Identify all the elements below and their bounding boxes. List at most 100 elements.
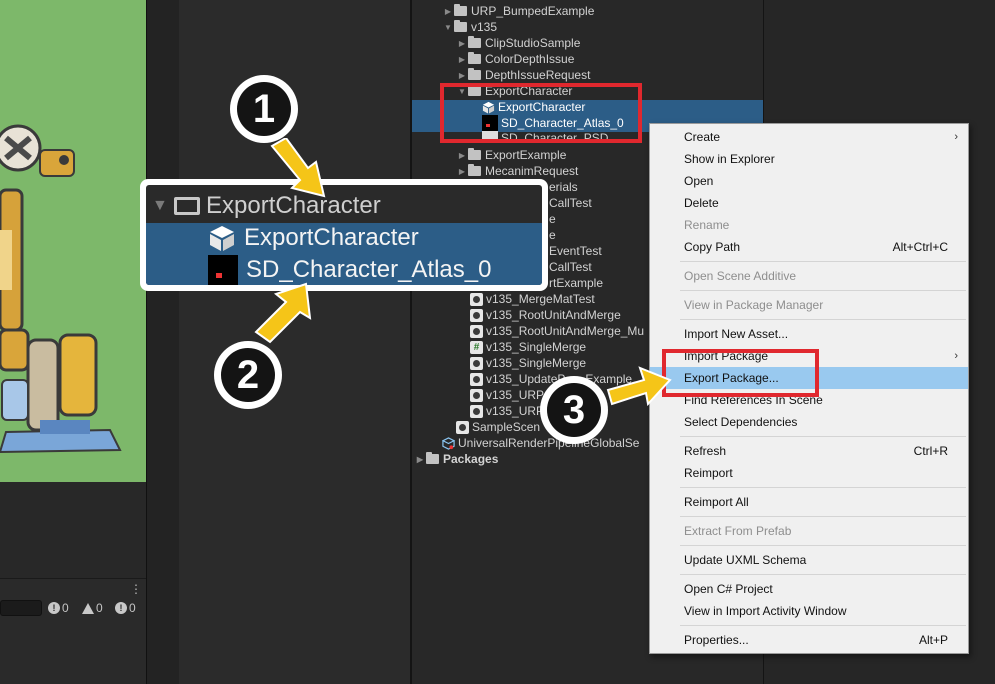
expand-arrow-icon[interactable]: ▶ xyxy=(456,71,468,80)
tree-item-partial[interactable]: e xyxy=(549,211,556,227)
scene-view[interactable] xyxy=(0,0,146,482)
zoom-prefab-label: ExportCharacter xyxy=(244,223,419,251)
menu-item-label: Delete xyxy=(684,196,719,210)
console-menu-icon[interactable]: ⋮ xyxy=(130,582,142,596)
script-icon: # xyxy=(470,340,483,354)
menu-item-label: Import New Asset... xyxy=(684,327,789,341)
menu-item-properties[interactable]: Properties... Alt+P xyxy=(650,629,968,651)
tree-item-label: v135_RootUnitAndMerge xyxy=(486,308,621,322)
scene-icon xyxy=(470,356,483,370)
step-badge-2: 2 xyxy=(214,341,282,409)
tree-item-partial[interactable]: rtExample xyxy=(549,275,603,291)
tree-item-label: v135_SingleMerge xyxy=(486,340,587,354)
tree-item-clipstudio[interactable]: ▶ ClipStudioSample xyxy=(456,35,580,51)
tree-item-partial[interactable]: e xyxy=(549,227,556,243)
tree-item-partial[interactable]: EventTest xyxy=(549,243,602,259)
menu-item-label: Reimport xyxy=(684,466,733,480)
folder-icon xyxy=(468,148,481,160)
folder-icon xyxy=(468,36,481,48)
menu-item-label: Rename xyxy=(684,218,730,232)
expand-arrow-icon[interactable]: ▶ xyxy=(456,167,468,176)
tree-item-urp-global[interactable]: UniversalRenderPipelineGlobalSe xyxy=(442,435,639,451)
expand-arrow-icon[interactable]: ▶ xyxy=(442,7,454,16)
menu-item-reimport[interactable]: Reimport xyxy=(650,462,968,484)
tree-item-label: rtExample xyxy=(549,276,604,290)
menu-item-create[interactable]: Create › xyxy=(650,126,968,148)
tree-item-mergemattest[interactable]: v135_MergeMatTest xyxy=(470,291,595,307)
tree-item-partial[interactable]: erials xyxy=(549,179,578,195)
menu-separator xyxy=(680,625,966,626)
menu-separator xyxy=(680,574,966,575)
menu-item-copy-path[interactable]: Copy Path Alt+Ctrl+C xyxy=(650,236,968,258)
tree-item-label: e xyxy=(549,212,556,226)
tree-item-label: v135_RootUnitAndMerge_Mu xyxy=(486,324,645,338)
menu-item-select-dependencies[interactable]: Select Dependencies xyxy=(650,411,968,433)
tree-item-mecanim[interactable]: ▶ MecanimRequest xyxy=(456,163,578,179)
menu-item-open[interactable]: Open xyxy=(650,170,968,192)
menu-item-label: Open Scene Additive xyxy=(684,269,797,283)
menu-item-reimport-all[interactable]: Reimport All xyxy=(650,491,968,513)
console-warning-count[interactable]: 0 xyxy=(82,601,103,615)
tree-item-partial[interactable]: CallTest xyxy=(549,259,592,275)
tree-item-partial[interactable]: CallTest xyxy=(549,195,592,211)
menu-item-open-csharp-project[interactable]: Open C# Project xyxy=(650,578,968,600)
menu-shortcut: Alt+P xyxy=(918,633,948,647)
menu-item-update-uxml-schema[interactable]: Update UXML Schema xyxy=(650,549,968,571)
zoom-callout: ▼ ExportCharacter ExportCharacter SD_Cha… xyxy=(140,179,548,291)
menu-item-rename: Rename xyxy=(650,214,968,236)
menu-item-refresh[interactable]: Refresh Ctrl+R xyxy=(650,440,968,462)
console-info-count[interactable]: ! 0 xyxy=(48,601,69,615)
expand-arrow-icon[interactable]: ▶ xyxy=(414,455,426,464)
menu-separator xyxy=(680,516,966,517)
tree-item-depthissue[interactable]: ▶ DepthIssueRequest xyxy=(456,67,590,83)
menu-item-import-new-asset[interactable]: Import New Asset... xyxy=(650,323,968,345)
tree-item-label: ClipStudioSample xyxy=(485,36,581,50)
tree-item-label: v135 xyxy=(471,20,498,34)
menu-item-label: Reimport All xyxy=(684,495,749,509)
tree-item-rootunitandmerge-mu[interactable]: v135_RootUnitAndMerge_Mu xyxy=(470,323,644,339)
tree-item-samplescene[interactable]: SampleScen xyxy=(456,419,540,435)
scene-lower-panel xyxy=(0,482,146,578)
tree-item-singlemerge-scene[interactable]: v135_SingleMerge xyxy=(470,355,586,371)
menu-item-label: View in Package Manager xyxy=(684,298,824,312)
console-search-input[interactable] xyxy=(0,600,42,616)
menu-item-view-import-activity[interactable]: View in Import Activity Window xyxy=(650,600,968,622)
tree-item-exportexample[interactable]: ▶ ExportExample xyxy=(456,147,566,163)
tree-item-v135[interactable]: ▼ v135 xyxy=(442,19,497,35)
scene-icon xyxy=(470,292,483,306)
texture-icon xyxy=(208,254,238,285)
tree-item-label: v135_URP xyxy=(486,388,545,402)
highlight-box-tree xyxy=(440,83,642,143)
tree-item-label: CallTest xyxy=(549,260,592,274)
tree-item-singlemerge-script[interactable]: # v135_SingleMerge xyxy=(470,339,586,355)
tree-item-urp-bumped[interactable]: ▶ URP_BumpedExample xyxy=(442,3,594,19)
tree-item-urp-1[interactable]: v135_URP xyxy=(470,387,544,403)
folder-icon xyxy=(468,52,481,64)
step-number: 1 xyxy=(237,82,291,136)
tree-item-label: erials xyxy=(549,180,578,194)
tree-item-urp-2[interactable]: v135_URP xyxy=(470,403,544,419)
scene-icon xyxy=(470,388,483,402)
collapse-arrow-icon[interactable]: ▼ xyxy=(442,23,454,32)
expand-arrow-icon[interactable]: ▶ xyxy=(456,55,468,64)
tree-item-colordepth[interactable]: ▶ ColorDepthIssue xyxy=(456,51,574,67)
menu-item-label: Open xyxy=(684,174,714,188)
tree-item-rootunitandmerge[interactable]: v135_RootUnitAndMerge xyxy=(470,307,621,323)
tree-item-label: EventTest xyxy=(549,244,602,258)
tree-item-packages[interactable]: ▶ Packages xyxy=(414,451,498,467)
menu-item-delete[interactable]: Delete xyxy=(650,192,968,214)
expand-arrow-icon[interactable]: ▶ xyxy=(456,39,468,48)
arrow-2-icon xyxy=(254,282,312,344)
scene-icon xyxy=(456,420,469,434)
expand-arrow-icon[interactable]: ▶ xyxy=(456,151,468,160)
console-error-count[interactable]: ! 0 xyxy=(115,601,136,615)
menu-shortcut: Ctrl+R xyxy=(913,444,948,458)
tree-item-label: ColorDepthIssue xyxy=(485,52,575,66)
menu-item-show-in-explorer[interactable]: Show in Explorer xyxy=(650,148,968,170)
scene-icon xyxy=(470,324,483,338)
tree-item-label: Packages xyxy=(443,452,499,466)
menu-separator xyxy=(680,319,966,320)
scene-icon xyxy=(470,372,483,386)
tree-item-label: UniversalRenderPipelineGlobalSe xyxy=(458,436,640,450)
submenu-arrow-icon: › xyxy=(954,350,958,362)
